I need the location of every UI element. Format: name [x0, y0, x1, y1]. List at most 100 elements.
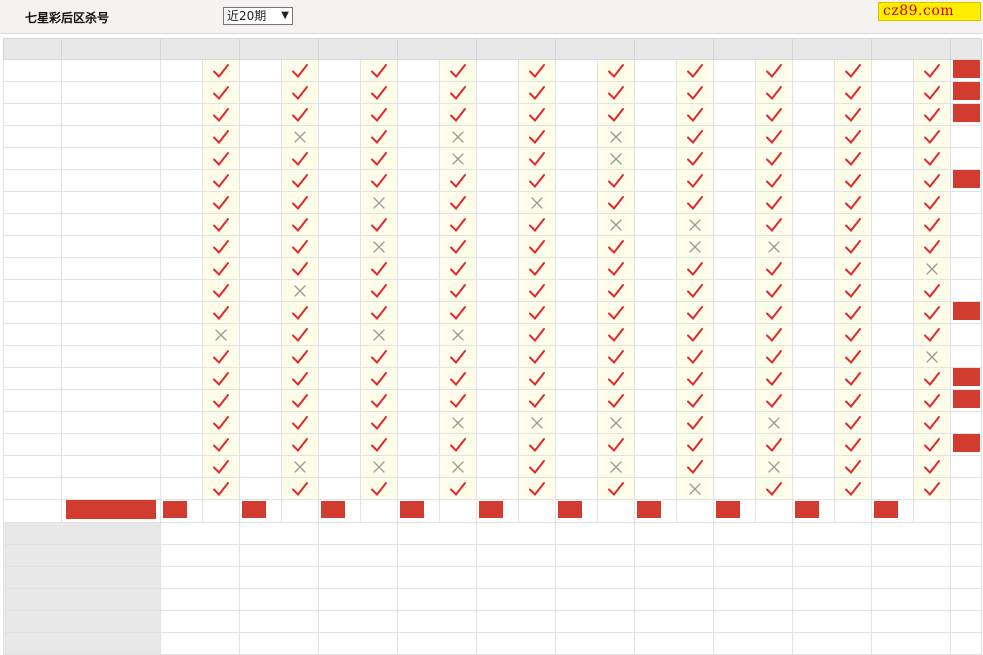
check-mark-icon	[845, 283, 861, 298]
check-mark-icon	[450, 217, 466, 232]
result-mark	[597, 257, 635, 280]
current-kill-number	[874, 501, 898, 518]
col-method	[713, 38, 793, 60]
result-mark	[834, 103, 872, 126]
col-method	[239, 38, 319, 60]
result-mark	[597, 235, 635, 258]
draw-code-cell	[61, 147, 161, 170]
current-empty-cell	[439, 499, 477, 523]
result-mark	[676, 455, 714, 478]
col-method	[634, 38, 714, 60]
check-mark-icon	[213, 173, 229, 188]
check-mark-icon	[213, 481, 229, 496]
summary-value	[239, 522, 319, 545]
result-mark	[202, 433, 240, 456]
kill-number	[318, 103, 361, 126]
check-mark-icon	[608, 107, 624, 122]
kill-number	[476, 323, 519, 346]
cross-mark-icon	[689, 218, 701, 231]
current-kill-cell	[397, 499, 440, 523]
result-mark	[360, 81, 398, 104]
summary-value	[397, 610, 477, 633]
kill-number	[318, 345, 361, 368]
result-mark	[360, 59, 398, 82]
summary-value	[555, 588, 635, 611]
kill-number	[160, 433, 203, 456]
result-mark	[834, 257, 872, 280]
check-mark-icon	[213, 371, 229, 386]
check-mark-icon	[924, 217, 940, 232]
check-mark-icon	[608, 195, 624, 210]
check-mark-icon	[213, 195, 229, 210]
kill-number	[397, 103, 440, 126]
kill-number	[871, 301, 914, 324]
current-kill-cell	[792, 499, 835, 523]
summary-value	[239, 566, 319, 589]
summary-value	[318, 566, 398, 589]
cross-mark-icon	[215, 328, 227, 341]
summary-value	[555, 544, 635, 567]
stat-cell	[950, 103, 982, 126]
kill-number	[555, 103, 598, 126]
summary-value	[160, 632, 240, 655]
check-mark-icon	[845, 85, 861, 100]
kill-number	[713, 367, 756, 390]
result-mark	[518, 257, 556, 280]
check-mark-icon	[371, 261, 387, 276]
result-mark	[676, 345, 714, 368]
table-row	[3, 301, 982, 324]
kill-number	[476, 59, 519, 82]
kill-number	[871, 257, 914, 280]
kill-number	[160, 125, 203, 148]
check-mark-icon	[766, 371, 782, 386]
result-mark	[834, 323, 872, 346]
check-mark-icon	[608, 393, 624, 408]
check-mark-icon	[371, 85, 387, 100]
check-mark-icon	[292, 239, 308, 254]
stat-cell	[950, 81, 982, 104]
kill-number	[555, 257, 598, 280]
site-logo[interactable]: cz89.com	[878, 2, 981, 21]
kill-number	[397, 59, 440, 82]
kill-number	[397, 477, 440, 500]
kill-number	[239, 81, 282, 104]
result-mark	[518, 389, 556, 412]
kill-number	[318, 125, 361, 148]
check-mark-icon	[529, 261, 545, 276]
result-mark	[913, 455, 951, 478]
result-mark	[281, 477, 319, 500]
summary-value	[160, 522, 240, 545]
check-mark-icon	[687, 349, 703, 364]
kill-number	[160, 213, 203, 236]
check-mark-icon	[845, 195, 861, 210]
result-mark	[281, 301, 319, 324]
result-mark	[755, 103, 793, 126]
check-mark-icon	[371, 415, 387, 430]
result-mark	[597, 59, 635, 82]
col-method	[160, 38, 240, 60]
kill-number	[318, 301, 361, 324]
period-select[interactable]: 近20期 ▼	[223, 7, 293, 25]
result-mark	[913, 279, 951, 302]
current-kill-cell	[476, 499, 519, 523]
draw-code-cell	[61, 191, 161, 214]
check-mark-icon	[845, 459, 861, 474]
issue-cell	[3, 323, 62, 346]
check-mark-icon	[845, 481, 861, 496]
kill-number	[792, 411, 835, 434]
check-mark-icon	[687, 283, 703, 298]
kill-number	[160, 103, 203, 126]
summary-value	[239, 588, 319, 611]
result-mark	[439, 367, 477, 390]
check-mark-icon	[371, 393, 387, 408]
kill-number	[871, 125, 914, 148]
kill-number	[476, 455, 519, 478]
kill-number	[476, 279, 519, 302]
check-mark-icon	[924, 393, 940, 408]
kill-number	[476, 477, 519, 500]
draw-code-cell	[61, 345, 161, 368]
result-mark	[597, 147, 635, 170]
cross-mark-icon	[610, 152, 622, 165]
check-mark-icon	[766, 327, 782, 342]
table-row	[3, 279, 982, 302]
